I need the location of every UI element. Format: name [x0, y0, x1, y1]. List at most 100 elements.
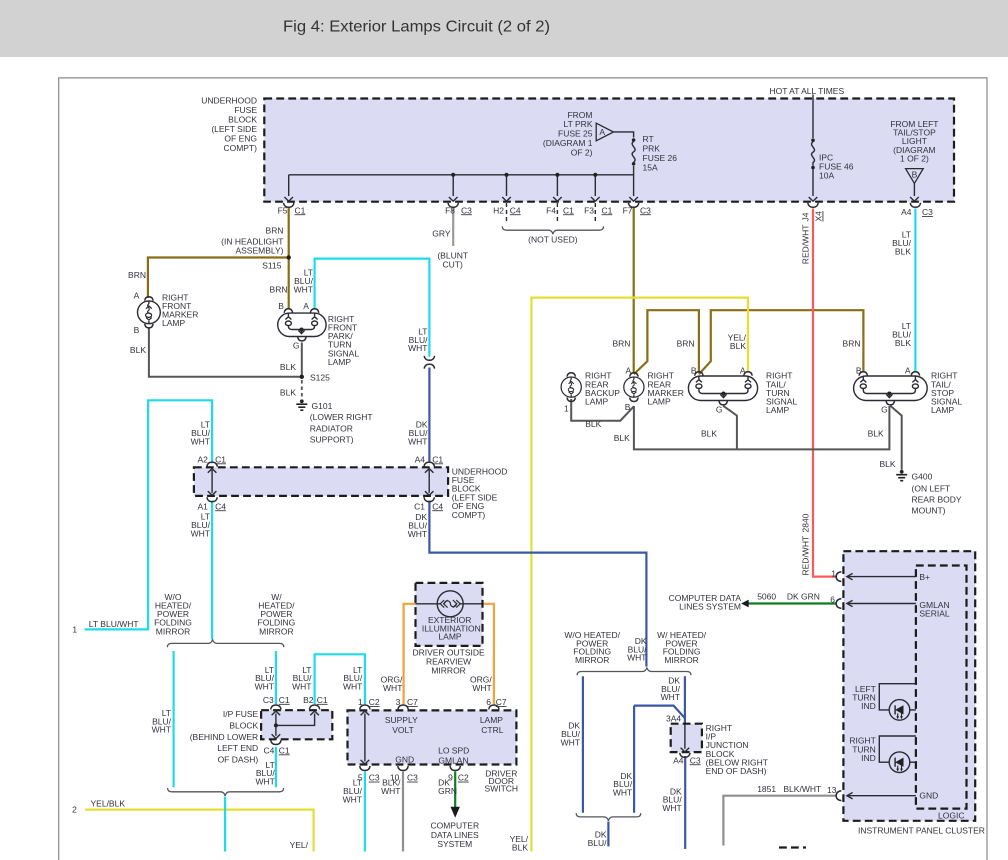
svg-text:RED/WHT: RED/WHT: [801, 225, 811, 265]
svg-text:WHT: WHT: [383, 683, 402, 693]
svg-text:WHT: WHT: [381, 786, 400, 796]
svg-text:C1: C1: [215, 454, 226, 464]
svg-text:A: A: [134, 291, 140, 301]
svg-text:F7: F7: [623, 205, 633, 215]
svg-text:C1: C1: [414, 501, 425, 511]
svg-text:SYSTEM: SYSTEM: [437, 839, 472, 849]
svg-text:C3: C3: [263, 695, 274, 705]
svg-text:IND: IND: [861, 701, 876, 711]
svg-text:B: B: [278, 301, 284, 311]
svg-text:ASSEMBLY): ASSEMBLY): [235, 246, 283, 256]
svg-text:WHT: WHT: [613, 787, 632, 797]
svg-text:A: A: [626, 366, 632, 376]
svg-text:A: A: [905, 366, 911, 376]
svg-text:A: A: [303, 301, 309, 311]
svg-text:SUPPORT): SUPPORT): [310, 435, 354, 445]
svg-text:WHT: WHT: [408, 529, 427, 539]
svg-text:FUSE 26: FUSE 26: [643, 153, 678, 163]
svg-text:LAMP: LAMP: [438, 632, 461, 642]
svg-text:UNDERHOOD: UNDERHOOD: [201, 96, 257, 106]
svg-text:GND: GND: [919, 790, 938, 800]
svg-text:A1: A1: [197, 501, 208, 511]
svg-text:BRN: BRN: [612, 338, 630, 348]
svg-text:WHT: WHT: [343, 795, 362, 805]
svg-text:C3: C3: [640, 205, 651, 215]
svg-text:BLK: BLK: [895, 338, 911, 348]
svg-text:F4: F4: [546, 205, 556, 215]
svg-text:I/P FUSE: I/P FUSE: [223, 709, 259, 719]
svg-text:G: G: [716, 405, 723, 415]
svg-text:OF 2): OF 2): [571, 147, 593, 157]
svg-text:C7: C7: [407, 697, 418, 707]
svg-text:B: B: [856, 366, 862, 376]
svg-text:1: 1: [358, 697, 363, 707]
svg-text:CTRL: CTRL: [481, 725, 503, 735]
svg-text:GMLAN: GMLAN: [438, 755, 468, 765]
svg-text:F8: F8: [445, 205, 455, 215]
svg-text:INSTRUMENT PANEL CLUSTER: INSTRUMENT PANEL CLUSTER: [858, 825, 985, 835]
svg-text:BRN: BRN: [270, 285, 288, 295]
svg-text:BRN: BRN: [266, 226, 284, 236]
svg-text:GRY: GRY: [432, 229, 451, 239]
svg-text:RT: RT: [643, 134, 654, 144]
svg-text:LAMP: LAMP: [766, 405, 789, 415]
svg-text:(LOWER RIGHT: (LOWER RIGHT: [310, 412, 373, 422]
svg-text:OF ENG: OF ENG: [224, 134, 257, 144]
svg-text:S125: S125: [310, 373, 330, 383]
svg-text:LAMP: LAMP: [648, 397, 671, 407]
svg-text:2840: 2840: [801, 513, 811, 532]
svg-text:3A4: 3A4: [666, 713, 681, 723]
svg-text:VOLT: VOLT: [392, 725, 414, 735]
svg-text:GRN: GRN: [438, 786, 457, 796]
svg-text:WHT: WHT: [661, 692, 680, 702]
svg-text:COMPT): COMPT): [223, 143, 257, 153]
svg-text:(NOT USED): (NOT USED): [528, 234, 578, 244]
svg-text:DK GRN: DK GRN: [787, 592, 820, 602]
svg-text:A4: A4: [901, 207, 912, 217]
svg-text:G101: G101: [312, 401, 333, 411]
svg-text:BLK: BLK: [614, 433, 630, 443]
svg-text:WHT: WHT: [191, 437, 210, 447]
svg-text:C1: C1: [563, 205, 574, 215]
svg-text:BLOCK: BLOCK: [228, 115, 257, 125]
svg-text:BRN: BRN: [843, 338, 861, 348]
svg-text:LAMP: LAMP: [585, 397, 608, 407]
svg-text:REAR BODY: REAR BODY: [912, 495, 962, 505]
svg-text:10A: 10A: [819, 171, 834, 181]
svg-text:PRK: PRK: [643, 144, 661, 154]
svg-text:5060: 5060: [757, 592, 776, 602]
svg-text:C2: C2: [369, 697, 380, 707]
svg-text:WHT: WHT: [343, 681, 362, 691]
svg-text:BLK: BLK: [730, 341, 746, 351]
svg-text:LAMP: LAMP: [328, 357, 351, 367]
svg-text:C4: C4: [432, 501, 443, 511]
svg-text:SWITCH: SWITCH: [485, 784, 519, 794]
svg-text:C1: C1: [432, 454, 443, 464]
svg-text:WHT: WHT: [408, 343, 427, 353]
svg-text:(LEFT SIDE: (LEFT SIDE: [211, 124, 257, 134]
svg-text:LOGIC: LOGIC: [938, 810, 964, 820]
svg-text:S115: S115: [262, 261, 281, 271]
svg-text:BRN: BRN: [128, 270, 146, 280]
svg-text:FUSE: FUSE: [234, 105, 257, 115]
svg-text:LO SPD: LO SPD: [438, 746, 469, 756]
svg-text:13: 13: [827, 785, 837, 795]
svg-text:C3: C3: [369, 773, 380, 783]
svg-text:BLK: BLK: [512, 843, 528, 853]
svg-text:(BEHIND LOWER: (BEHIND LOWER: [190, 732, 258, 742]
svg-text:WHT: WHT: [662, 803, 681, 813]
svg-text:H2: H2: [493, 205, 504, 215]
svg-text:MIRROR: MIRROR: [156, 626, 190, 636]
svg-text:MIRROR: MIRROR: [664, 655, 698, 665]
svg-text:G: G: [293, 341, 300, 351]
svg-text:RADIATOR: RADIATOR: [310, 423, 353, 433]
svg-text:MIRROR: MIRROR: [431, 665, 465, 675]
svg-text:6: 6: [486, 697, 491, 707]
svg-text:B: B: [134, 325, 140, 335]
svg-text:2: 2: [72, 805, 77, 815]
svg-text:C3: C3: [690, 755, 701, 765]
svg-text:15A: 15A: [643, 163, 658, 173]
svg-text:G: G: [881, 405, 888, 415]
svg-text:GND: GND: [395, 754, 414, 764]
svg-text:C1: C1: [317, 695, 328, 705]
